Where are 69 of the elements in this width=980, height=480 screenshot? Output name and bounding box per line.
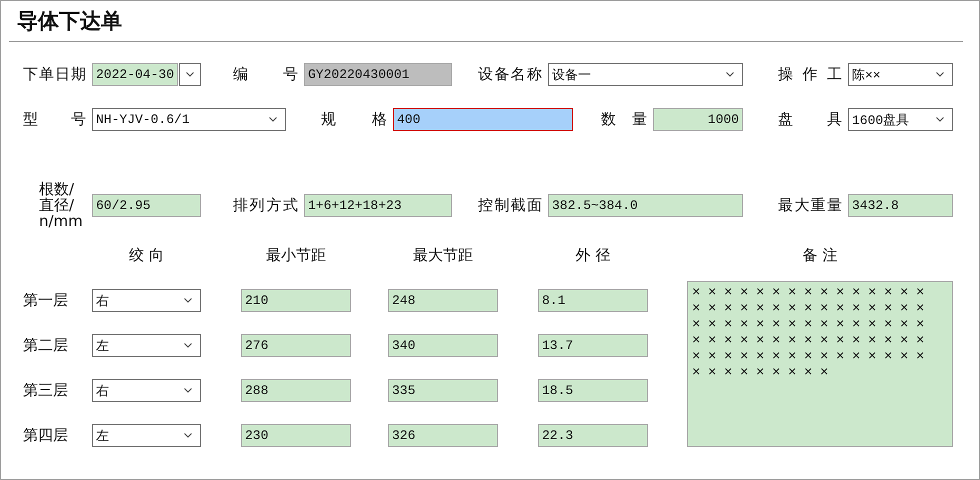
layer-label: 第三层	[23, 381, 69, 400]
field-label: 下单日期	[23, 65, 87, 84]
column-header: 最大节距	[412, 246, 474, 264]
field-label: 操 作 工	[778, 65, 843, 84]
caret-icon	[184, 298, 192, 303]
field-label: 根数/直径/n/mm	[39, 182, 84, 230]
input-field[interactable]: 248	[388, 289, 498, 312]
column-header: 绞 向	[128, 246, 165, 264]
caret-icon	[269, 117, 277, 122]
column-header: 最小节距	[265, 246, 327, 264]
dropdown[interactable]: 1600盘具	[848, 108, 953, 131]
input-field[interactable]: 210	[241, 289, 351, 312]
caret-icon	[936, 117, 944, 122]
input-field[interactable]: 382.5~384.0	[548, 194, 743, 218]
direction-dropdown[interactable]: 左	[92, 424, 201, 447]
field-label: 最大重量	[778, 196, 843, 216]
field-label: 数 量	[601, 110, 648, 129]
input-field[interactable]: 60/2.95	[92, 194, 201, 218]
field-label: 盘 具	[778, 110, 843, 129]
input-field[interactable]: 1+6+12+18+23	[304, 194, 452, 218]
dropdown-value: 1600盘具	[852, 112, 910, 128]
field-label: 编 号	[233, 65, 299, 84]
field-label: 控制截面	[478, 196, 543, 216]
dropdown[interactable]: 设备一	[548, 63, 743, 86]
direction-dropdown[interactable]: 右	[92, 379, 201, 402]
input-field[interactable]: 400	[393, 108, 573, 131]
caret-icon	[186, 72, 194, 77]
dropdown-value: 右	[96, 382, 109, 400]
input-field[interactable]: 335	[388, 379, 498, 402]
input-field[interactable]: 8.1	[538, 289, 648, 312]
date-picker-button[interactable]	[179, 63, 201, 86]
layer-label: 第一层	[23, 291, 69, 310]
dropdown[interactable]: 陈××	[848, 63, 953, 86]
input-field[interactable]: 230	[241, 424, 351, 447]
caret-icon	[184, 343, 192, 348]
form-title: 导体下达单	[17, 8, 122, 35]
dropdown-value: 左	[96, 338, 109, 354]
direction-dropdown[interactable]: 左	[92, 334, 201, 357]
dropdown-value: NH-YJV-0.6/1	[96, 112, 190, 127]
caret-icon	[184, 433, 192, 438]
input-field[interactable]: 1000	[653, 108, 743, 131]
remarks-field[interactable]: ××××××××××××××××××××××××××××××××××××××××××××××××××××××××××××××××××××××××××××××××××××	[687, 281, 953, 447]
input-field[interactable]: 288	[241, 379, 351, 402]
field-label: 型 号	[23, 110, 87, 129]
caret-icon	[184, 388, 192, 393]
layer-label: 第四层	[23, 426, 69, 445]
date-field[interactable]: 2022-04-30	[92, 63, 178, 86]
input-field[interactable]: 340	[388, 334, 498, 357]
dropdown-value: 右	[96, 292, 109, 310]
readonly-field: GY20220430001	[304, 63, 452, 86]
dropdown-value: 陈××	[852, 66, 881, 84]
input-field[interactable]: 3432.8	[848, 194, 953, 218]
field-label: 设备名称	[478, 65, 543, 84]
field-label: 排列方式	[233, 196, 299, 216]
input-field[interactable]: 326	[388, 424, 498, 447]
dropdown[interactable]: NH-YJV-0.6/1	[92, 108, 286, 131]
input-field[interactable]: 22.3	[538, 424, 648, 447]
caret-icon	[936, 72, 944, 77]
remarks-label: 备 注	[802, 246, 838, 264]
input-field[interactable]: 13.7	[538, 334, 648, 357]
column-header: 外 径	[574, 246, 612, 264]
input-field[interactable]: 18.5	[538, 379, 648, 402]
layer-label: 第二层	[23, 336, 69, 355]
caret-icon	[726, 72, 734, 77]
input-field[interactable]: 276	[241, 334, 351, 357]
dropdown-value: 设备一	[552, 66, 591, 84]
field-label: 规 格	[321, 110, 388, 129]
dropdown-value: 左	[96, 428, 109, 444]
direction-dropdown[interactable]: 右	[92, 289, 201, 312]
